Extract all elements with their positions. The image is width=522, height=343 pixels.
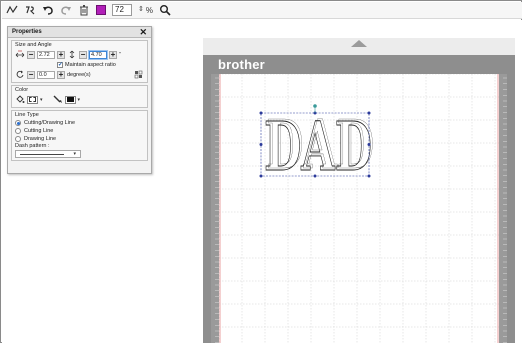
dash-pattern-select[interactable]: ▾: [15, 150, 81, 158]
size-angle-label: Size and Angle: [15, 42, 52, 48]
chevron-down-icon: ▾: [73, 151, 76, 157]
rotate-icon: [15, 70, 25, 79]
mat-grid[interactable]: DAD DAD: [219, 74, 499, 343]
dash-pattern-label: Dash pattern :: [15, 143, 50, 149]
mat-feed-arrow-icon: [351, 40, 367, 47]
line-type-option[interactable]: Cutting Line: [15, 127, 144, 135]
properties-title: Properties: [12, 29, 42, 35]
width-input[interactable]: 2.72: [37, 50, 55, 59]
maintain-aspect-row[interactable]: ✓ Maintain aspect ratio: [15, 60, 144, 69]
width-decrease-button[interactable]: −: [27, 50, 35, 59]
app-window: 72 ⇕ % Properties ✕ Size and Angle − 2.7…: [0, 0, 522, 343]
cutting-mat: brother 1 2 3 4 5 6 7 8 9 10 11 12 inch DAD DAD: [203, 38, 515, 343]
line-color-dropdown-icon[interactable]: ▾: [78, 97, 81, 103]
radio-drawing[interactable]: [15, 136, 21, 142]
line-color-swatch[interactable]: [64, 95, 76, 104]
angle-input[interactable]: 0.0: [37, 70, 55, 79]
fill-color-dropdown-icon[interactable]: ▾: [40, 97, 43, 103]
line-type-group: Line Type Cutting/Drawing Line Cutting L…: [11, 110, 148, 161]
maintain-aspect-checkbox[interactable]: ✓: [57, 61, 63, 68]
properties-panel: Properties ✕ Size and Angle − 2.72 + − 4: [7, 26, 152, 174]
line-color-icon: [53, 95, 63, 104]
resize-handle[interactable]: [367, 143, 371, 146]
fill-color-swatch[interactable]: [27, 95, 38, 104]
color-row: ▾ ▾: [15, 94, 144, 105]
resize-handle[interactable]: [259, 111, 263, 115]
line-type-option-label: Cutting Line: [24, 128, 54, 134]
welding-icon[interactable]: [24, 4, 36, 16]
size-unit-mark: ": [119, 51, 121, 58]
dad-inner-outline: DAD: [266, 105, 374, 184]
width-icon: [15, 50, 25, 59]
resize-handle[interactable]: [259, 174, 263, 178]
angle-row: − 0.0 + degree(s): [15, 69, 144, 80]
radio-cutting-drawing[interactable]: [15, 120, 21, 126]
zoom-icon[interactable]: [159, 4, 171, 16]
color-label: Color: [15, 87, 29, 93]
radio-cutting[interactable]: [15, 128, 21, 134]
resize-handle[interactable]: [313, 174, 317, 178]
color-swatch-icon[interactable]: [96, 5, 106, 15]
size-angle-group: Size and Angle − 2.72 + − 4.70 + " ✓ Mai…: [11, 40, 148, 83]
line-type-option-label: Drawing Line: [24, 136, 57, 142]
properties-header: Properties ✕: [8, 27, 151, 38]
color-group: Color ▾ ▾: [11, 85, 148, 108]
resize-handle[interactable]: [367, 174, 371, 178]
node-edit-icon[interactable]: [6, 4, 18, 16]
zoom-stepper-icon[interactable]: ⇕: [138, 4, 144, 16]
mat-left-border: [203, 74, 211, 343]
delete-icon[interactable]: [78, 4, 90, 16]
zoom-input[interactable]: 72: [112, 4, 132, 16]
left-ruler: [211, 74, 219, 343]
dash-pattern-preview: [20, 153, 64, 155]
height-increase-button[interactable]: +: [109, 50, 117, 59]
height-decrease-button[interactable]: −: [79, 50, 87, 59]
angle-increase-button[interactable]: +: [57, 70, 65, 79]
size-row: − 2.72 + − 4.70 + ": [15, 49, 144, 60]
close-icon[interactable]: ✕: [139, 27, 147, 37]
line-type-option[interactable]: Cutting/Drawing Line: [15, 119, 144, 127]
height-icon: [67, 50, 77, 59]
mat-right-border: [507, 74, 515, 343]
line-type-label: Line Type: [15, 112, 39, 118]
fill-bucket-icon: [15, 95, 25, 104]
height-input[interactable]: 4.70: [89, 50, 107, 59]
brand-logo: brother: [218, 57, 265, 72]
rotate-handle[interactable]: [313, 104, 317, 108]
maintain-aspect-label: Maintain aspect ratio: [65, 61, 116, 68]
resize-handle[interactable]: [259, 143, 263, 146]
line-type-option-label: Cutting/Drawing Line: [24, 120, 76, 126]
angle-unit: degree(s): [67, 71, 91, 78]
line-type-option[interactable]: Drawing Line: [15, 135, 144, 143]
text-object-dad[interactable]: DAD DAD: [264, 105, 375, 187]
reset-size-icon[interactable]: [134, 70, 144, 79]
undo-icon[interactable]: [42, 4, 54, 16]
width-increase-button[interactable]: +: [57, 50, 65, 59]
right-ruler: [499, 74, 507, 343]
work-area[interactable]: Properties ✕ Size and Angle − 2.72 + − 4: [2, 20, 522, 343]
toolbar: 72 ⇕ %: [2, 2, 522, 19]
redo-icon[interactable]: [60, 4, 72, 16]
resize-handle[interactable]: [367, 111, 371, 115]
zoom-unit: %: [145, 5, 153, 15]
angle-decrease-button[interactable]: −: [27, 70, 35, 79]
